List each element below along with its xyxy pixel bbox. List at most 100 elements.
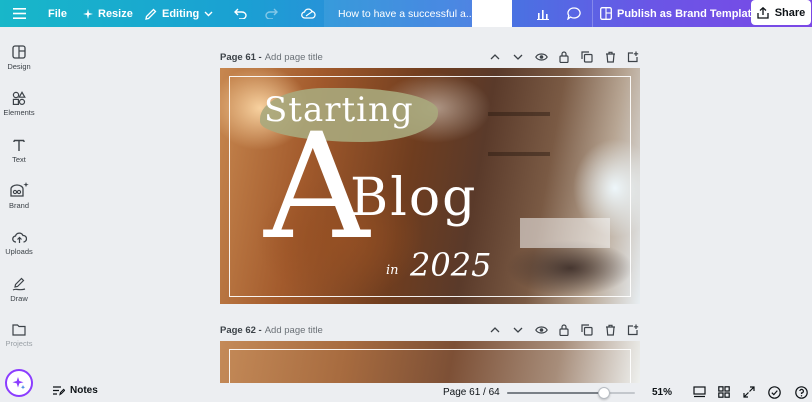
- page-indicator[interactable]: Page 61 / 64: [443, 387, 500, 398]
- sidebar-item-design[interactable]: Design: [0, 45, 38, 71]
- expand-icon: [743, 386, 755, 398]
- share-icon: [757, 6, 769, 19]
- sidebar-item-label: Brand: [8, 201, 29, 210]
- redo-icon: [265, 8, 278, 19]
- bottom-toolbar: Notes Page 61 / 64 51%: [38, 383, 812, 402]
- zoom-slider[interactable]: [507, 387, 635, 399]
- editing-mode-dropdown[interactable]: Editing: [145, 0, 213, 27]
- draw-icon: [12, 277, 26, 291]
- sidebar-item-label: Design: [7, 62, 31, 71]
- brand-icon: [10, 182, 29, 197]
- page-61-canvas[interactable]: Starting A Blog in 2025: [220, 68, 640, 304]
- add-page-button[interactable]: [626, 50, 640, 64]
- sidebar-item-text[interactable]: Text: [0, 138, 38, 164]
- top-toolbar: File Resize Editing How to have a succes…: [0, 0, 812, 27]
- elements-icon: [12, 91, 26, 105]
- zoom-slider-thumb[interactable]: [598, 387, 610, 399]
- page-61-header: Page 61 - Add page title: [220, 48, 640, 66]
- chevron-down-icon: [513, 54, 523, 60]
- add-page-icon: [627, 51, 639, 63]
- file-menu-button[interactable]: File: [48, 0, 67, 27]
- page-number: Page 62 -: [220, 324, 262, 336]
- eye-icon: [534, 326, 548, 334]
- bar-chart-icon: [537, 9, 549, 20]
- redo-button[interactable]: [265, 0, 278, 27]
- add-page-button[interactable]: [626, 323, 640, 337]
- share-button[interactable]: Share: [751, 0, 811, 25]
- move-page-down-button[interactable]: [511, 50, 525, 64]
- chevron-up-icon: [490, 54, 500, 60]
- zoom-slider-fill: [507, 392, 604, 394]
- sidebar-item-label: Text: [12, 155, 26, 164]
- sidebar-item-brand[interactable]: Brand: [0, 181, 38, 210]
- notes-icon: [53, 386, 65, 396]
- lock-page-button[interactable]: [557, 323, 571, 337]
- headline-blog[interactable]: Blog: [350, 168, 477, 228]
- move-page-up-button[interactable]: [488, 323, 502, 337]
- comments-button[interactable]: [567, 0, 581, 27]
- magic-assistant-button[interactable]: [5, 369, 33, 397]
- design-icon: [12, 45, 26, 59]
- grid-icon: [718, 386, 730, 398]
- subtitle-in[interactable]: in: [386, 263, 399, 278]
- hide-page-button[interactable]: [534, 50, 548, 64]
- page-view-icon: [692, 386, 706, 398]
- sidebar-item-label: Projects: [5, 339, 33, 348]
- page-title-input[interactable]: Add page title: [265, 52, 323, 63]
- undo-button[interactable]: [234, 0, 247, 27]
- duplicate-page-button[interactable]: [580, 323, 594, 337]
- left-sidebar: Design Elements Text Brand Uploads Draw …: [0, 27, 38, 402]
- subtitle-year[interactable]: 2025: [410, 246, 491, 284]
- publish-brand-template-button[interactable]: Publish as Brand Template: [600, 0, 757, 27]
- page-tools: [488, 48, 640, 66]
- check-button[interactable]: [766, 384, 782, 400]
- lock-icon: [559, 324, 569, 336]
- page-62-header: Page 62 - Add page title: [220, 321, 640, 339]
- resize-button[interactable]: Resize: [83, 0, 133, 27]
- page-62-canvas[interactable]: [220, 341, 640, 383]
- help-icon: [794, 385, 808, 399]
- delete-page-button[interactable]: [603, 323, 617, 337]
- comment-icon: [567, 7, 581, 20]
- duplicate-page-button[interactable]: [580, 50, 594, 64]
- cloud-icon: [301, 8, 316, 19]
- copy-icon: [581, 51, 593, 63]
- publish-label: Publish as Brand Template: [617, 7, 758, 20]
- sidebar-item-projects[interactable]: Projects: [0, 323, 38, 348]
- chevron-down-icon: [204, 11, 213, 16]
- sidebar-item-uploads[interactable]: Uploads: [0, 231, 38, 256]
- divider: [592, 0, 593, 27]
- template-icon: [600, 7, 612, 20]
- magic-sparkle-icon: [12, 377, 26, 390]
- editing-label: Editing: [162, 7, 200, 20]
- notes-label: Notes: [70, 385, 98, 396]
- page-view-button[interactable]: [691, 384, 707, 400]
- chevron-down-icon: [513, 327, 523, 333]
- upload-cloud-icon: [11, 232, 27, 243]
- add-page-icon: [627, 324, 639, 336]
- document-title-text: How to have a successful a...: [338, 7, 472, 20]
- cloud-save-status[interactable]: [301, 0, 316, 27]
- menu-button[interactable]: [13, 0, 26, 27]
- insights-button[interactable]: [537, 0, 549, 27]
- lock-page-button[interactable]: [557, 50, 571, 64]
- collaborators-area: [472, 0, 512, 27]
- hide-page-button[interactable]: [534, 323, 548, 337]
- sidebar-item-label: Elements: [3, 108, 35, 117]
- notes-button[interactable]: Notes: [52, 385, 98, 396]
- file-label: File: [48, 7, 67, 20]
- chevron-up-icon: [490, 327, 500, 333]
- grid-view-button[interactable]: [716, 384, 732, 400]
- document-title[interactable]: How to have a successful a...: [324, 0, 472, 27]
- sidebar-item-label: Uploads: [5, 247, 33, 256]
- move-page-down-button[interactable]: [511, 323, 525, 337]
- help-button[interactable]: [793, 384, 809, 400]
- page-title-input[interactable]: Add page title: [265, 325, 323, 336]
- sidebar-item-draw[interactable]: Draw: [0, 277, 38, 303]
- move-page-up-button[interactable]: [488, 50, 502, 64]
- zoom-percentage[interactable]: 51%: [652, 387, 672, 398]
- sidebar-item-elements[interactable]: Elements: [0, 91, 38, 117]
- delete-page-button[interactable]: [603, 50, 617, 64]
- fullscreen-button[interactable]: [741, 384, 757, 400]
- undo-icon: [234, 8, 247, 19]
